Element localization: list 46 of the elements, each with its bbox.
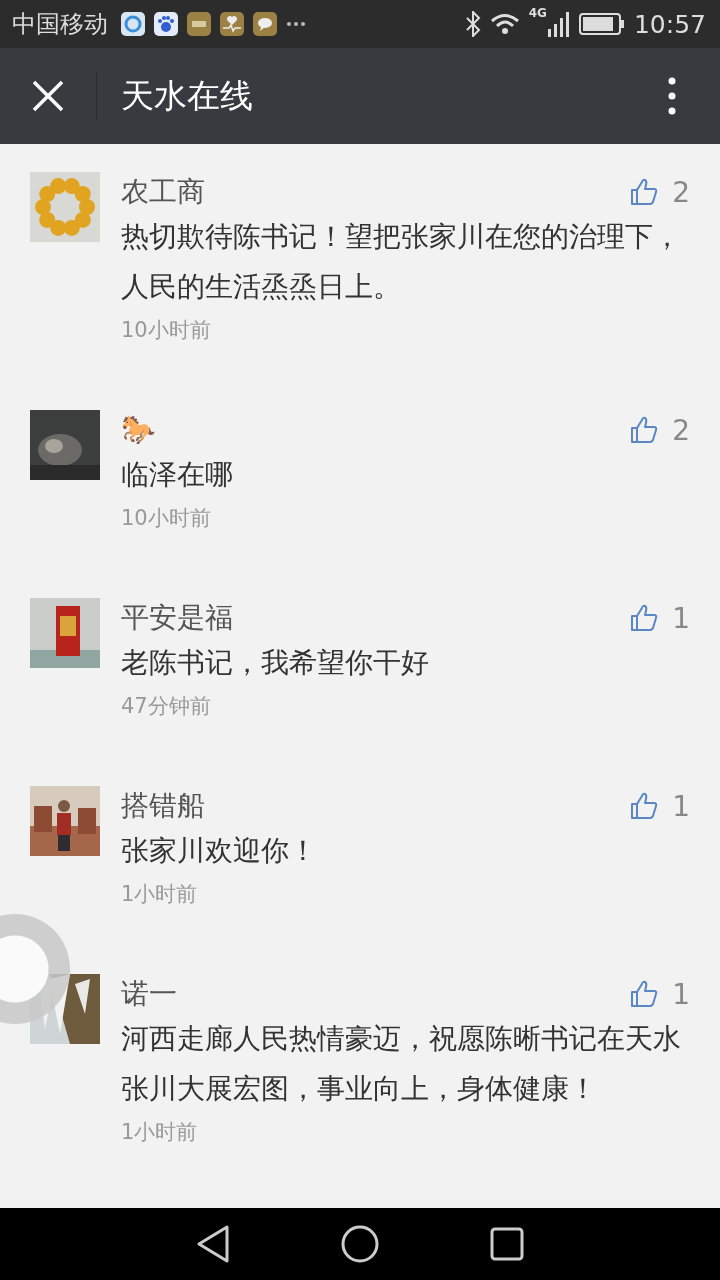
thumbs-up-icon — [630, 792, 659, 820]
like-button[interactable]: 1 — [630, 789, 690, 823]
comment-time: 10小时前 — [121, 505, 212, 532]
comment-text: 老陈书记，我希望你干好 — [121, 645, 430, 681]
thumbs-up-icon — [630, 416, 659, 444]
comment-text: 河西走廊人民热情豪迈，祝愿陈晰书记在天水张川大展宏图，事业向上，身体健康！ — [121, 1021, 682, 1107]
bluetooth-icon — [464, 11, 481, 37]
like-button[interactable]: 1 — [630, 601, 690, 635]
close-button[interactable] — [31, 79, 65, 113]
comment-text: 临泽在哪 — [121, 457, 234, 493]
network-label: 4G — [528, 6, 547, 20]
page-title: 天水在线 — [121, 74, 253, 117]
browser-app-icon — [121, 12, 145, 36]
more-icon — [286, 21, 306, 27]
comment-time: 10小时前 — [121, 317, 212, 344]
user-name: 诺一 — [121, 976, 177, 1012]
signal-icon — [547, 11, 570, 37]
home-icon[interactable] — [341, 1225, 379, 1263]
app-icon — [187, 12, 211, 36]
thumbs-up-icon — [630, 604, 659, 632]
comment-time: 47分钟前 — [121, 693, 212, 720]
thumbs-up-icon — [630, 980, 659, 1008]
thumbs-up-icon — [630, 178, 659, 206]
heart-pulse-icon — [220, 12, 244, 36]
battery-icon — [578, 12, 625, 36]
clock: 10:57 — [633, 9, 706, 39]
comment-text: 张家川欢迎你！ — [121, 833, 318, 869]
like-button[interactable]: 1 — [630, 977, 690, 1011]
menu-icon — [668, 77, 676, 115]
close-icon — [31, 79, 65, 113]
like-button[interactable]: 2 — [630, 413, 690, 447]
menu-button[interactable] — [668, 77, 676, 115]
user-name: 平安是福 — [121, 600, 233, 636]
like-button[interactable]: 2 — [630, 175, 690, 209]
wifi-icon — [489, 12, 520, 36]
comment-text: 热切欺待陈书记！望把张家川在您的治理下，人民的生活烝烝日上。 — [121, 219, 682, 305]
user-name: 🐎 — [121, 412, 156, 448]
recents-icon[interactable] — [490, 1227, 525, 1261]
user-name: 搭错船 — [121, 788, 205, 824]
paw-app-icon — [154, 12, 178, 36]
chat-icon — [253, 12, 277, 36]
back-icon[interactable] — [195, 1225, 230, 1263]
comment-time: 1小时前 — [121, 881, 199, 908]
carrier-name: 中国移动 — [12, 9, 108, 40]
comment-time: 1小时前 — [121, 1119, 199, 1146]
user-name: 农工商 — [121, 174, 205, 210]
